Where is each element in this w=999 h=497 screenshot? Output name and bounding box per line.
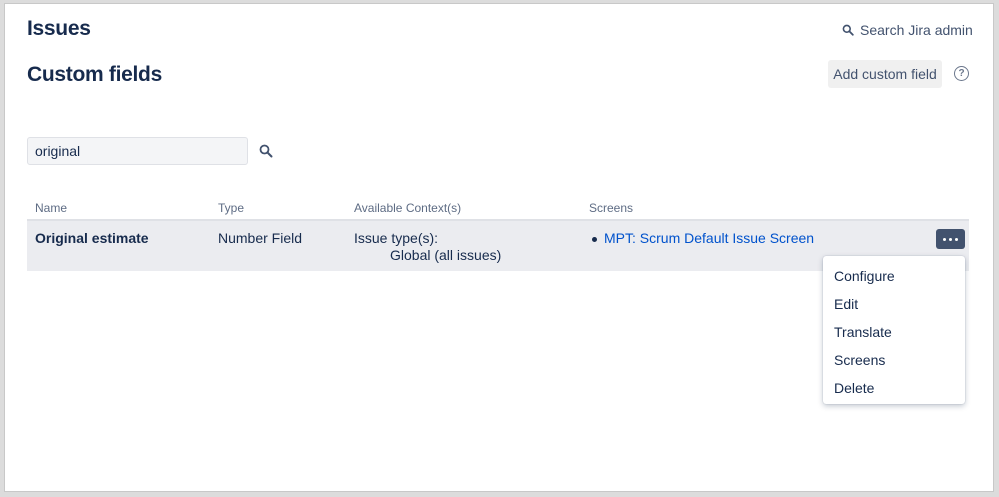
menu-item-configure[interactable]: Configure [823,262,965,290]
menu-item-translate[interactable]: Translate [823,318,965,346]
field-type: Number Field [218,230,303,246]
search-jira-admin-label: Search Jira admin [860,22,973,38]
filter-search-button[interactable] [259,144,273,163]
column-header-name: Name [35,201,68,215]
menu-item-delete[interactable]: Delete [823,374,965,402]
search-jira-admin-link[interactable]: Search Jira admin [842,22,973,38]
search-icon [842,24,854,36]
list-bullet [592,237,597,242]
menu-item-edit[interactable]: Edit [823,290,965,318]
help-icon[interactable]: ? [954,66,969,81]
field-name: Original estimate [35,230,149,246]
admin-page: Issues Search Jira admin Custom fields A… [4,3,994,492]
more-icon [955,237,958,241]
section-title: Issues [27,17,91,40]
more-icon [949,237,952,241]
column-header-type: Type [218,201,245,215]
more-actions-button[interactable] [936,229,965,249]
search-icon [259,144,273,158]
actions-dropdown-menu: Configure Edit Translate Screens Delete [823,256,965,404]
custom-field-search-input[interactable] [27,137,248,165]
more-icon [943,237,946,241]
context-label: Issue type(s): [354,230,439,246]
column-header-screens: Screens [589,201,634,215]
screen-link[interactable]: MPT: Scrum Default Issue Screen [604,230,814,246]
page-title: Custom fields [27,63,162,86]
menu-item-screens[interactable]: Screens [823,346,965,374]
add-custom-field-button[interactable]: Add custom field [828,60,942,88]
column-header-contexts: Available Context(s) [354,201,462,215]
context-value: Global (all issues) [390,247,502,263]
